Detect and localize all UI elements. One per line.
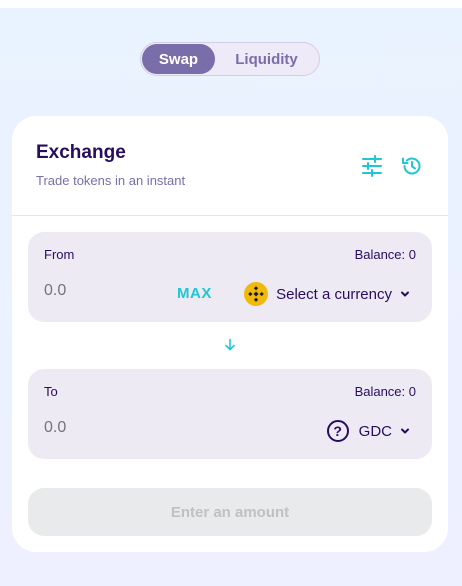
exchange-card: Exchange Trade tokens in an instant From… — [12, 116, 448, 552]
exchange-title: Exchange — [36, 142, 126, 163]
chevron-down-icon — [401, 428, 409, 434]
enter-amount-button[interactable]: Enter an amount — [28, 488, 432, 536]
from-panel: From Balance: 0 MAX Select a currency — [28, 232, 432, 322]
from-currency-label: Select a currency — [276, 285, 392, 303]
exchange-header: Exchange Trade tokens in an instant — [12, 116, 448, 216]
swap-liquidity-toggle: Swap Liquidity — [140, 42, 320, 76]
tab-swap[interactable]: Swap — [142, 44, 215, 74]
to-amount-input[interactable] — [44, 419, 154, 437]
settings-icon[interactable] — [360, 154, 384, 178]
exchange-subtitle: Trade tokens in an instant — [36, 173, 186, 188]
from-label: From — [44, 247, 75, 262]
from-balance: Balance: 0 — [354, 247, 416, 262]
from-currency-select[interactable]: Select a currency — [244, 281, 410, 307]
to-label: To — [44, 384, 58, 399]
to-currency-select[interactable]: ? GDC — [326, 418, 410, 444]
tab-liquidity[interactable]: Liquidity — [215, 44, 318, 74]
from-amount-input[interactable] — [44, 282, 154, 300]
to-currency-label: GDC — [358, 422, 392, 440]
chevron-down-icon — [401, 291, 409, 297]
switch-direction-icon[interactable] — [224, 338, 236, 352]
to-panel: To Balance: 0 ? GDC — [28, 369, 432, 459]
history-icon[interactable] — [400, 154, 424, 178]
max-button[interactable]: MAX — [177, 285, 212, 302]
to-balance: Balance: 0 — [354, 384, 416, 399]
bnb-token-icon — [244, 282, 269, 306]
question-circle-icon: ? — [326, 420, 349, 442]
